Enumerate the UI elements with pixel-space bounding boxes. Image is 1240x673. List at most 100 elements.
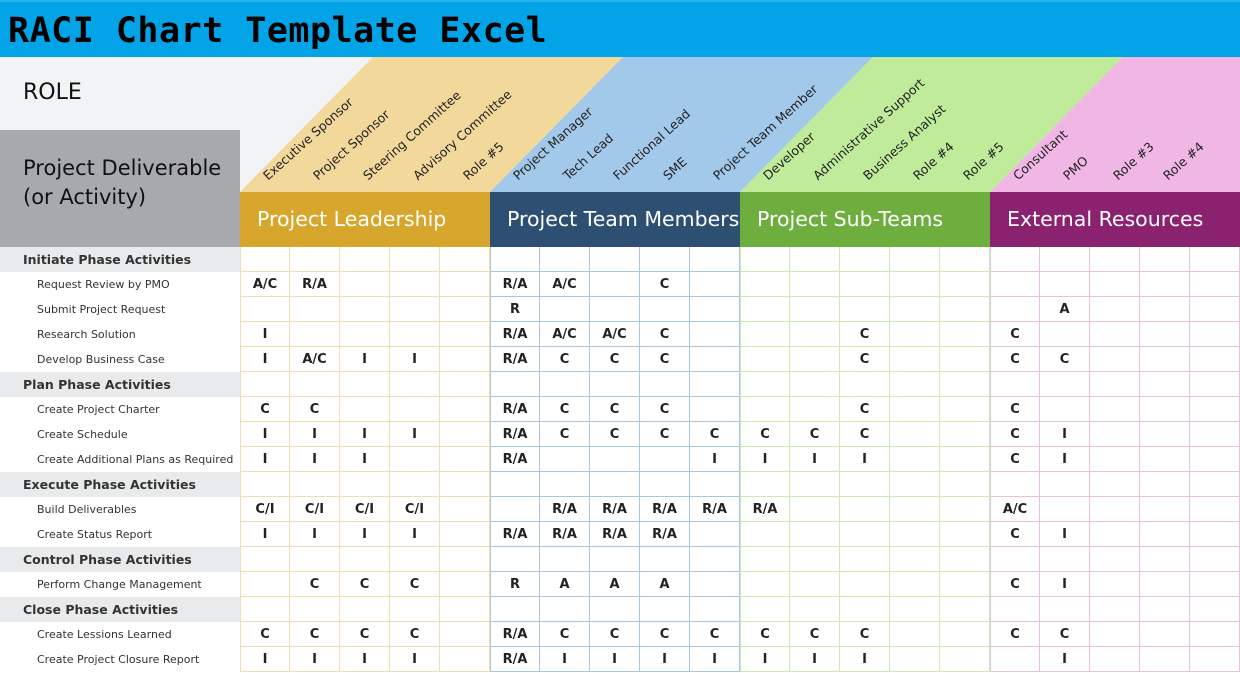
raci-cell[interactable]: I [240,447,290,472]
raci-cell[interactable]: R [490,572,540,597]
raci-cell[interactable] [440,422,490,447]
raci-cell[interactable] [1190,397,1240,422]
raci-cell[interactable] [690,547,740,572]
raci-cell[interactable] [590,547,640,572]
raci-cell[interactable] [890,497,940,522]
raci-cell[interactable] [1190,472,1240,497]
raci-cell[interactable]: C [740,622,790,647]
raci-cell[interactable] [1040,397,1090,422]
raci-cell[interactable] [390,297,440,322]
raci-cell[interactable] [490,597,540,622]
raci-cell[interactable] [1090,497,1140,522]
raci-cell[interactable]: R/A [490,322,540,347]
raci-cell[interactable] [1190,372,1240,397]
raci-cell[interactable] [890,422,940,447]
raci-cell[interactable] [640,247,690,272]
raci-cell[interactable] [490,497,540,522]
raci-cell[interactable] [790,522,840,547]
raci-cell[interactable]: I [1040,447,1090,472]
raci-cell[interactable]: C [290,397,340,422]
raci-cell[interactable] [1040,322,1090,347]
raci-cell[interactable] [940,297,990,322]
raci-cell[interactable] [290,247,340,272]
raci-cell[interactable] [1190,547,1240,572]
raci-cell[interactable]: C [290,572,340,597]
raci-cell[interactable]: I [690,447,740,472]
raci-cell[interactable]: I [590,647,640,672]
raci-cell[interactable]: C [390,572,440,597]
raci-cell[interactable] [890,447,940,472]
raci-cell[interactable] [890,572,940,597]
raci-cell[interactable] [740,247,790,272]
raci-cell[interactable] [940,522,990,547]
raci-cell[interactable]: I [1040,422,1090,447]
raci-cell[interactable]: C [790,622,840,647]
raci-cell[interactable]: C [590,422,640,447]
raci-cell[interactable]: I [790,647,840,672]
raci-cell[interactable] [640,447,690,472]
raci-cell[interactable] [340,247,390,272]
raci-cell[interactable] [940,622,990,647]
raci-cell[interactable] [290,547,340,572]
raci-cell[interactable] [440,597,490,622]
raci-cell[interactable]: C [590,347,640,372]
raci-cell[interactable] [940,472,990,497]
raci-cell[interactable] [1190,622,1240,647]
raci-cell[interactable] [440,297,490,322]
raci-cell[interactable]: C/I [340,497,390,522]
raci-cell[interactable]: C [690,422,740,447]
raci-cell[interactable] [440,322,490,347]
raci-cell[interactable] [1090,372,1140,397]
raci-cell[interactable] [390,272,440,297]
raci-cell[interactable] [740,397,790,422]
raci-cell[interactable] [440,497,490,522]
raci-cell[interactable]: I [790,447,840,472]
raci-cell[interactable] [390,472,440,497]
raci-cell[interactable] [1040,547,1090,572]
raci-cell[interactable] [690,272,740,297]
raci-cell[interactable] [1140,547,1190,572]
raci-cell[interactable] [540,297,590,322]
raci-cell[interactable] [290,322,340,347]
raci-cell[interactable] [1040,372,1090,397]
raci-cell[interactable] [840,497,890,522]
raci-cell[interactable] [390,397,440,422]
raci-cell[interactable]: A/C [290,347,340,372]
raci-cell[interactable]: A/C [540,322,590,347]
raci-cell[interactable] [590,372,640,397]
raci-cell[interactable]: C [290,622,340,647]
raci-cell[interactable] [990,372,1040,397]
raci-cell[interactable] [1040,497,1090,522]
raci-cell[interactable]: I [340,347,390,372]
raci-cell[interactable]: C [990,522,1040,547]
raci-cell[interactable] [690,347,740,372]
raci-cell[interactable]: I [340,522,390,547]
raci-cell[interactable] [840,297,890,322]
raci-cell[interactable]: R [490,297,540,322]
raci-cell[interactable] [790,272,840,297]
raci-cell[interactable] [1140,247,1190,272]
raci-cell[interactable]: R/A [490,272,540,297]
raci-cell[interactable]: I [390,347,440,372]
raci-cell[interactable] [340,372,390,397]
raci-cell[interactable] [940,572,990,597]
raci-cell[interactable] [540,472,590,497]
raci-cell[interactable] [490,372,540,397]
raci-cell[interactable] [1090,347,1140,372]
raci-cell[interactable]: R/A [490,422,540,447]
raci-cell[interactable] [840,472,890,497]
raci-cell[interactable] [390,447,440,472]
raci-cell[interactable] [940,647,990,672]
raci-cell[interactable]: C [1040,622,1090,647]
raci-cell[interactable]: R/A [690,497,740,522]
raci-cell[interactable]: I [290,447,340,472]
raci-cell[interactable] [240,547,290,572]
raci-cell[interactable]: C [340,622,390,647]
raci-cell[interactable]: C [840,347,890,372]
raci-cell[interactable] [1040,247,1090,272]
raci-cell[interactable] [340,397,390,422]
raci-cell[interactable] [940,247,990,272]
raci-cell[interactable] [290,372,340,397]
raci-cell[interactable]: I [840,647,890,672]
raci-cell[interactable] [1190,422,1240,447]
